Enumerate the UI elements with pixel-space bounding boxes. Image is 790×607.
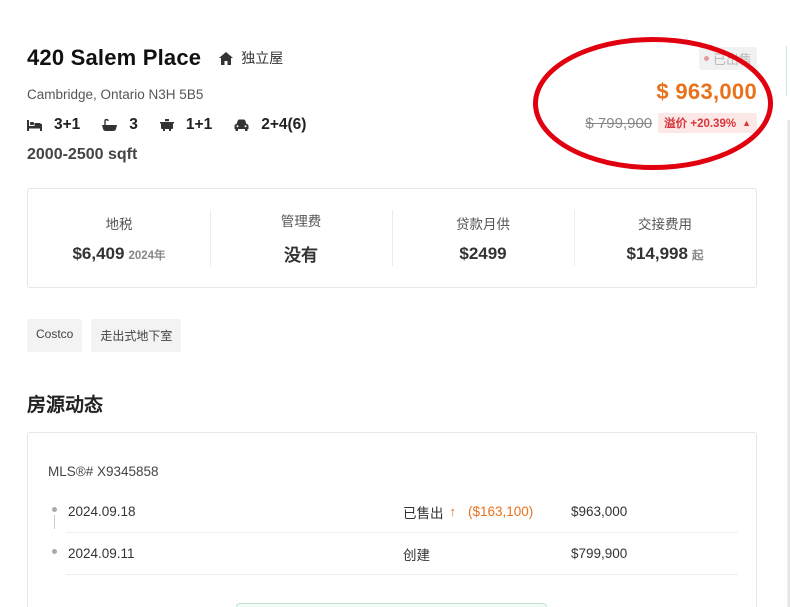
listing-header: 420 Salem Place 独立屋 Cambridge, Ontario N… [27,44,507,164]
history-event: 创建 [403,544,571,564]
triangle-up-icon: ▲ [742,118,751,128]
timeline-dot [52,549,57,554]
listing-history: MLS®# X9345858 2024.09.18 已售出 ↑ ($163,10… [27,432,757,607]
mls-number: MLS®# X9345858 [48,464,159,479]
stat-value: 没有 [284,241,318,266]
bathroom-spec: 3 [102,116,138,134]
bedroom-spec: 3+1 [27,116,80,134]
price-panel: 已出售 $ 963,000 $ 799,900 溢价 +20.39% ▲ [527,47,757,133]
action-button[interactable] [236,603,547,607]
status-label: 已出售 [712,52,752,67]
stat-value-text: $14,998 [626,243,688,263]
arrow-up-icon: ↑ [449,504,457,519]
stat-value: $6,409 2024年 [72,244,165,264]
section-title-history: 房源动态 [27,395,104,416]
listing-address: Cambridge, Ontario N3H 5B5 [27,87,204,102]
stat-maintenance-fee: 管理费 没有 [210,189,392,287]
stat-label: 贷款月供 [456,216,510,232]
listing-title: 420 Salem Place [27,45,202,70]
side-panel-edge [786,46,790,96]
original-price: $ 799,900 [585,114,653,132]
car-icon [234,119,249,131]
stat-suffix: 2024年 [128,249,166,262]
bedroom-count: 3+1 [54,116,81,133]
house-icon [219,51,234,65]
history-row: 2024.09.11 创建 $799,900 [52,533,738,575]
history-event-label: 已售出 [403,505,444,521]
stat-property-tax: 地税 $6,409 2024年 [28,189,210,287]
stat-value: $14,998 起 [627,244,704,264]
stat-closing-cost[interactable]: 交接费用 $14,998 起 [574,189,756,287]
status-badge: 已出售 [698,47,757,70]
bathtub-icon [102,118,118,131]
status-dot [703,56,709,61]
history-event: 已售出 ↑ ($163,100) [403,502,571,522]
tag-costco: Costco [27,319,83,352]
stat-label: 交接费用 [638,216,692,232]
bed-icon [27,119,42,131]
stat-label: 管理费 [280,214,322,229]
square-footage: 2000-2500 sqft [27,146,138,163]
kitchen-icon [159,119,174,131]
history-event-label: 创建 [403,547,430,563]
history-date: 2024.09.11 [68,546,135,561]
history-row: 2024.09.18 已售出 ↑ ($163,100) $963,000 [52,491,738,533]
cost-summary: 地税 $6,409 2024年 管理费 没有 贷款月供 $2499 交接费用 $1… [27,188,757,288]
premium-badge: 溢价 +20.39% ▲ [658,113,757,133]
history-price: $963,000 [571,504,628,519]
history-price: $799,900 [571,546,628,561]
stat-value-text: $6,409 [72,243,125,263]
kitchen-count: 1+1 [185,116,213,133]
stat-value-text: $2499 [459,243,507,263]
stat-label: 地税 [105,216,133,232]
stat-value: $2499 [459,244,506,264]
feature-tags: Costco 走出式地下室 [27,319,190,352]
stat-mortgage[interactable]: 贷款月供 $2499 [392,189,574,287]
bathroom-count: 3 [129,116,138,133]
parking-spec: 2+4(6) [234,116,306,134]
timeline-dot [52,507,57,512]
tag-walkout-basement: 走出式地下室 [91,319,182,352]
original-price-row: $ 799,900 溢价 +20.39% ▲ [527,113,757,133]
property-type-label: 独立屋 [241,50,284,66]
history-diff: ($163,100) [468,504,534,519]
stat-suffix: 起 [691,249,704,262]
parking-count: 2+4(6) [261,116,307,133]
property-type: 独立屋 [219,48,283,68]
spec-row: 3+1 3 1+1 2+4(6) [27,116,507,134]
premium-label: 溢价 +20.39% [664,118,737,130]
sold-price: $ 963,000 [656,79,757,104]
timeline-connector [54,515,55,529]
kitchen-spec: 1+1 [159,116,213,134]
history-timeline: 2024.09.18 已售出 ↑ ($163,100) $963,000 202… [48,491,738,575]
stat-value-text: 没有 [284,246,318,265]
history-date: 2024.09.18 [68,504,136,519]
